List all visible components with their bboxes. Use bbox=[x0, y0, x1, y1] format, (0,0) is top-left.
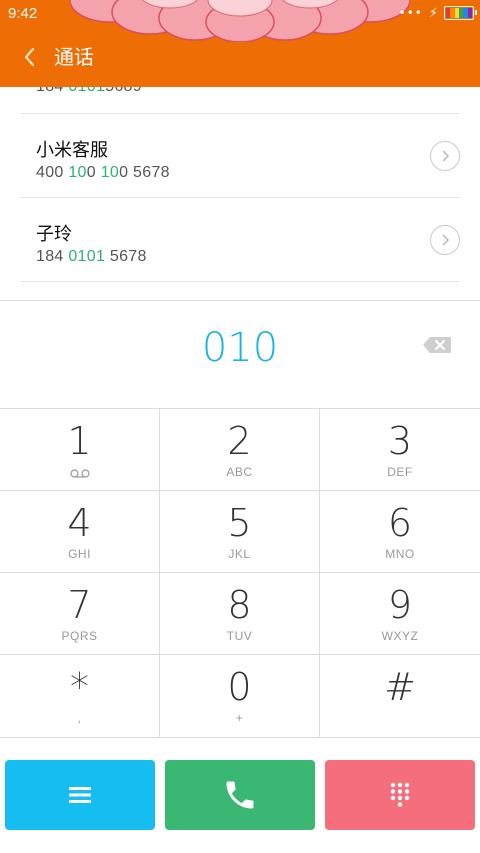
dialed-number: 010 bbox=[201, 325, 279, 371]
key-digit: 2 bbox=[227, 419, 252, 463]
number-match: 10 bbox=[100, 164, 120, 181]
page-title: 通话 bbox=[54, 45, 94, 69]
key-hash[interactable]: # bbox=[320, 655, 480, 738]
key-6[interactable]: 6 MNO bbox=[320, 491, 480, 573]
key-digit: 0 bbox=[227, 665, 252, 709]
number-part: 400 bbox=[36, 164, 69, 181]
status-bar: 9:42 ••• ⚡ bbox=[0, 0, 480, 28]
voicemail-icon bbox=[70, 469, 90, 478]
notification-dots-icon: ••• bbox=[398, 6, 423, 20]
key-8[interactable]: 8 TUV bbox=[160, 573, 320, 655]
number-part: 5678 bbox=[105, 248, 147, 265]
key-letters: , bbox=[77, 711, 82, 725]
contact-detail-button[interactable] bbox=[430, 141, 460, 171]
status-time: 9:42 bbox=[8, 5, 38, 22]
key-0[interactable]: 0 + bbox=[160, 655, 320, 738]
number-match: 10 bbox=[68, 164, 87, 181]
number-part: 0 bbox=[86, 164, 101, 181]
key-letters: + bbox=[235, 711, 244, 725]
number-part: 0 5678 bbox=[119, 164, 170, 181]
key-digit: 9 bbox=[387, 583, 413, 627]
chevron-right-icon bbox=[442, 150, 450, 162]
contact-name: 子玲 bbox=[36, 224, 72, 245]
key-digit: 7 bbox=[67, 583, 92, 627]
menu-button[interactable] bbox=[5, 760, 155, 830]
key-digit: 8 bbox=[227, 583, 252, 627]
app-header: 9:42 ••• ⚡ 通话 bbox=[0, 0, 480, 87]
number-match: 0101 bbox=[68, 248, 106, 265]
key-3[interactable]: 3 DEF bbox=[320, 409, 480, 491]
phone-icon bbox=[226, 781, 254, 809]
bottom-action-bar bbox=[0, 738, 480, 853]
key-letters: ABC bbox=[226, 465, 253, 479]
dial-display: 010 bbox=[0, 300, 480, 409]
key-letters: JKL bbox=[228, 547, 251, 561]
key-digit: 1 bbox=[67, 419, 92, 463]
call-button[interactable] bbox=[165, 760, 315, 830]
key-9[interactable]: 9 WXYZ bbox=[320, 573, 480, 655]
key-letters: TUV bbox=[226, 629, 253, 643]
key-5[interactable]: 5 JKL bbox=[160, 491, 320, 573]
number-part: 184 bbox=[36, 248, 69, 265]
key-2[interactable]: 2 ABC bbox=[160, 409, 320, 491]
key-letters: GHI bbox=[68, 547, 91, 561]
key-digit: 5 bbox=[227, 501, 252, 545]
key-1[interactable]: 1 bbox=[0, 409, 160, 491]
key-letters: DEF bbox=[387, 465, 413, 479]
contact-results-list: 184 01015689 小米客服 400 100 100 5678 子玲 18… bbox=[0, 60, 480, 300]
key-digit: 3 bbox=[387, 419, 413, 463]
dialpad-icon bbox=[390, 782, 410, 807]
backspace-icon[interactable] bbox=[422, 336, 452, 354]
key-7[interactable]: 7 PQRS bbox=[0, 573, 160, 655]
list-item[interactable]: 小米客服 400 100 100 5678 bbox=[20, 114, 460, 198]
contact-number: 400 100 100 5678 bbox=[36, 164, 170, 182]
key-digit: 4 bbox=[67, 501, 92, 545]
key-letters: WXYZ bbox=[381, 629, 419, 643]
key-letters: MNO bbox=[385, 547, 415, 561]
key-4[interactable]: 4 GHI bbox=[0, 491, 160, 573]
key-digit: 6 bbox=[387, 501, 413, 545]
list-item[interactable]: 子玲 184 0101 5678 bbox=[20, 198, 460, 282]
key-letters: PQRS bbox=[61, 629, 98, 643]
chevron-left-icon[interactable] bbox=[20, 44, 40, 70]
status-icons: ••• ⚡ bbox=[398, 5, 477, 21]
charging-icon: ⚡ bbox=[428, 5, 438, 21]
dialer-screen: 9:42 ••• ⚡ 通话 184 01015689 小米客服 400 100 … bbox=[0, 0, 480, 853]
chevron-right-icon bbox=[442, 234, 450, 246]
dial-keypad: 1 2 ABC 3 DEF 4 GHI 5 JKL 6 MNO 7 PQRS 8 TUV 9 W… bbox=[0, 409, 480, 738]
key-digit: * bbox=[70, 665, 89, 709]
contact-number: 184 0101 5678 bbox=[36, 248, 147, 266]
contact-name: 小米客服 bbox=[36, 140, 108, 161]
contact-detail-button[interactable] bbox=[430, 225, 460, 255]
menu-icon bbox=[69, 787, 91, 803]
battery-icon bbox=[444, 6, 477, 20]
key-digit: # bbox=[384, 665, 416, 709]
dialpad-toggle-button[interactable] bbox=[325, 760, 475, 830]
key-star[interactable]: *, bbox=[0, 655, 160, 738]
